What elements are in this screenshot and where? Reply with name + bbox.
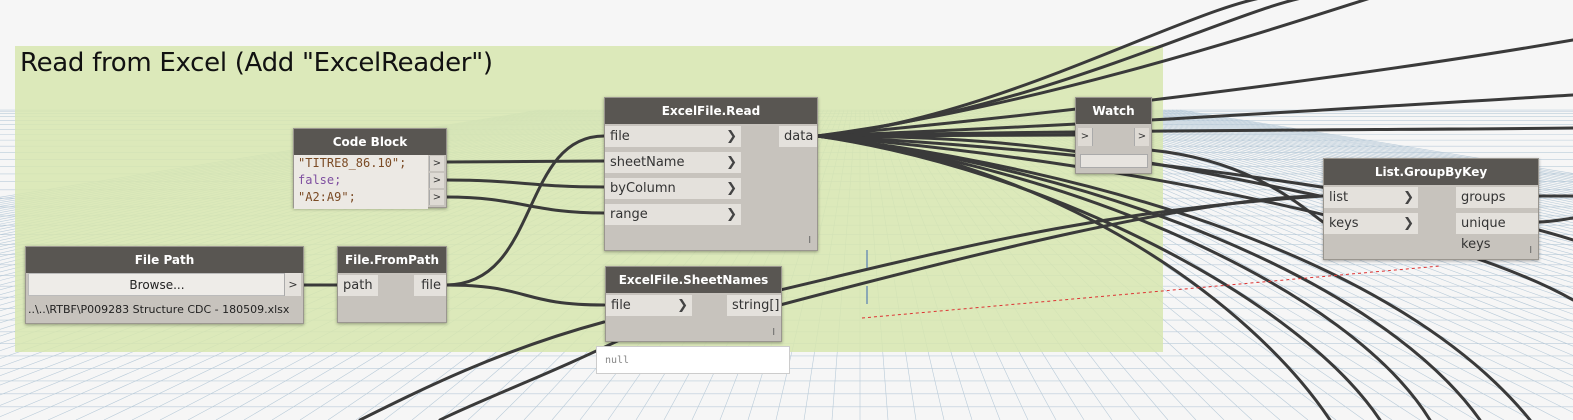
input-port-keys[interactable]: keys ❯ [1324,213,1418,234]
output-port[interactable]: > [429,173,444,188]
excel-file-read-node[interactable]: ExcelFile.Read file ❯ sheetName ❯ byColumn… [604,97,818,251]
node-title[interactable]: Code Block [294,129,446,155]
chevron-right-icon: ❯ [726,181,737,196]
file-from-path-node[interactable]: File.FromPath path file [337,246,447,323]
node-title[interactable]: Watch [1076,98,1151,124]
file-path-value: ..\..\RTBF\P009283 Structure CDC - 18050… [28,303,290,316]
port-label: file [610,129,630,144]
node-title[interactable]: File Path [26,247,303,273]
input-port-file[interactable]: file ❯ [606,295,692,316]
code-block-node[interactable]: Code Block "TITRE8_86.10"; false; "A2:A9… [293,128,447,209]
input-port-file[interactable]: file ❯ [605,126,741,147]
chevron-right-icon: ❯ [726,129,737,144]
input-port-bycolumn[interactable]: byColumn ❯ [605,178,741,199]
code-line[interactable]: "TITRE8_86.10"; [294,155,428,172]
chevron-right-icon: ❯ [1403,190,1414,205]
input-port[interactable]: > [1078,128,1093,146]
list-groupbykey-node[interactable]: List.GroupByKey list ❯ keys ❯ groups uniqu… [1323,158,1539,260]
output-port-data[interactable]: data [779,126,817,147]
port-label: keys [1329,216,1359,231]
code-line[interactable]: "A2:A9"; [294,189,428,206]
output-port-groups[interactable]: groups [1456,187,1538,208]
chevron-right-icon: ❯ [1403,216,1414,231]
port-label: range [610,207,648,222]
port-label: sheetName [610,155,685,170]
chevron-right-icon: ❯ [726,155,737,170]
node-preview-bubble[interactable]: null [596,346,790,374]
code-editor[interactable]: "TITRE8_86.10"; false; "A2:A9"; [294,155,428,209]
chevron-right-icon: ❯ [677,298,688,313]
file-path-node[interactable]: File Path Browse... > ..\..\RTBF\P009283… [25,246,304,324]
watch-node[interactable]: Watch > > [1075,97,1152,174]
input-port-range[interactable]: range ❯ [605,204,741,225]
output-port[interactable]: > [429,156,444,171]
output-port[interactable]: > [284,273,301,296]
lacing-indicator: l [808,236,811,246]
output-port[interactable]: > [1134,128,1149,146]
excel-file-sheetnames-node[interactable]: ExcelFile.SheetNames file ❯ string[] l [605,266,782,342]
code-line[interactable]: false; [294,172,428,189]
input-port-list[interactable]: list ❯ [1324,187,1418,208]
node-title[interactable]: ExcelFile.Read [605,98,817,124]
output-port-file[interactable]: file [414,275,446,296]
node-title[interactable]: File.FromPath [338,247,446,273]
watch-display [1080,154,1148,168]
node-title[interactable]: List.GroupByKey [1324,159,1538,185]
output-port-unique-keys[interactable]: unique keys [1456,213,1538,252]
port-label: byColumn [610,181,676,196]
port-label: file [611,298,631,313]
input-port-sheetname[interactable]: sheetName ❯ [605,152,741,173]
lacing-indicator: l [1529,246,1532,256]
chevron-right-icon: ❯ [726,207,737,222]
group-title[interactable]: Read from Excel (Add "ExcelReader") [20,48,493,78]
port-label: list [1329,190,1349,205]
input-port-path[interactable]: path [338,275,378,296]
output-port[interactable]: > [429,190,444,205]
node-title[interactable]: ExcelFile.SheetNames [606,267,781,293]
output-port-string-list[interactable]: string[] [727,295,781,316]
browse-button[interactable]: Browse... [28,273,286,296]
lacing-indicator: l [772,328,775,338]
